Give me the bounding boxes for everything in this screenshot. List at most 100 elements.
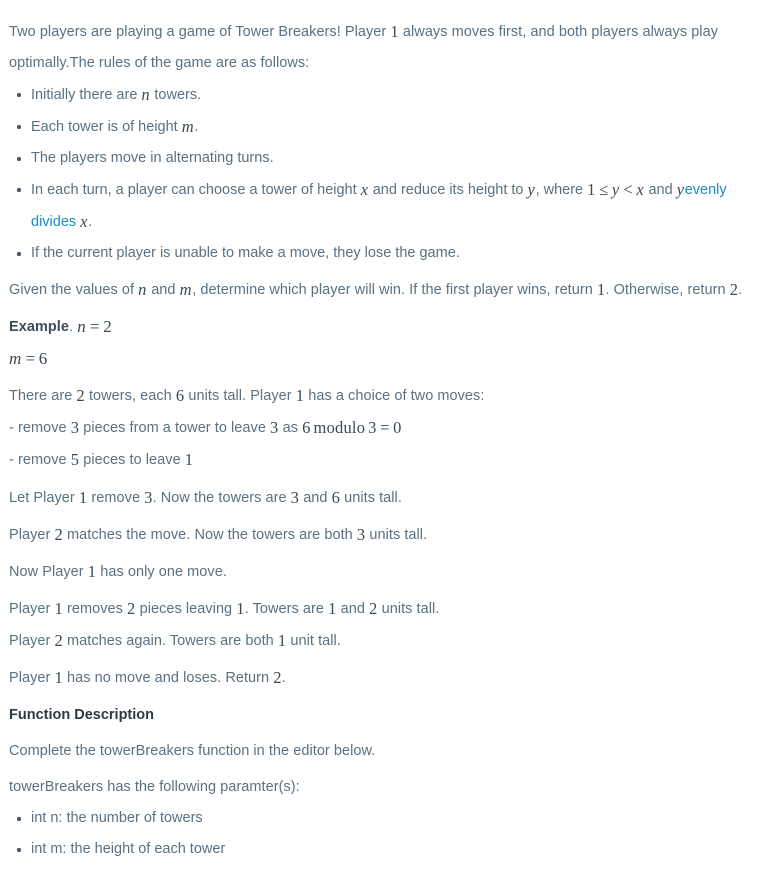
math-p2-b: 2 bbox=[54, 631, 63, 650]
math-modulo-expression: 6 modulo 3 = 0 bbox=[302, 418, 402, 437]
math-removes-2: 2 bbox=[127, 599, 136, 618]
math-var-y-2: y bbox=[676, 180, 685, 199]
ex3-s2: remove bbox=[87, 490, 145, 506]
ex7-s1: Player bbox=[9, 633, 55, 649]
math-remove-3: 3 bbox=[70, 418, 80, 437]
ex2-s2: pieces to leave bbox=[79, 452, 185, 468]
objective-text-c: , determine which player will win. If th… bbox=[192, 282, 597, 298]
math-six-units: 6 bbox=[175, 386, 185, 405]
math-var-y: y bbox=[527, 180, 536, 199]
ex8-s3: . bbox=[281, 670, 286, 686]
example-line-remove-5: - remove 5 pieces to leave 1 bbox=[0, 444, 770, 476]
rule-item-reduce-height: In each turn, a player can choose a towe… bbox=[0, 174, 770, 238]
rule-item-tower-height: Each tower is of height m. bbox=[0, 111, 770, 143]
objective-paragraph: Given the values of n and m, determine w… bbox=[0, 269, 770, 306]
math-return-two: 2 bbox=[729, 280, 739, 299]
ex1-s1: - remove bbox=[9, 420, 71, 436]
ex0-s3: units tall. Player bbox=[184, 388, 296, 404]
rule-text-1a: Initially there are bbox=[31, 87, 142, 103]
rule-item-alternating-turns: The players move in alternating turns. bbox=[0, 143, 770, 174]
example-heading-line: Example. n = 2 bbox=[0, 306, 770, 343]
rule-text-2a: Each tower is of height bbox=[31, 119, 182, 135]
rule-text-4b: and reduce its height to bbox=[368, 182, 528, 198]
example-line-let-player-1: Let Player 1 remove 3. Now the towers ar… bbox=[0, 476, 770, 514]
rules-list: Initially there are n towers. Each tower… bbox=[0, 79, 770, 269]
ex6-s2: removes bbox=[62, 601, 128, 617]
ex5-s2: has only one move. bbox=[96, 564, 227, 580]
objective-text-a: Given the values of bbox=[9, 282, 139, 298]
math-p1-c: 1 bbox=[54, 599, 63, 618]
math-p1-d: 1 bbox=[54, 668, 63, 687]
rule-text-2b: . bbox=[194, 119, 199, 135]
math-inequality: 1 ≤ y < x bbox=[587, 180, 644, 199]
ex4-s3: units tall. bbox=[365, 527, 428, 543]
math-var-x: x bbox=[360, 180, 369, 199]
example-label: Example bbox=[9, 319, 69, 335]
math-player-1-ex: 1 bbox=[295, 386, 305, 405]
math-leaving-1: 1 bbox=[236, 599, 245, 618]
rule-item-initial-towers: Initially there are n towers. bbox=[0, 79, 770, 111]
math-two-towers: 2 bbox=[76, 386, 85, 405]
ex6-s3: pieces leaving bbox=[135, 601, 237, 617]
rule-text-1b: towers. bbox=[150, 87, 202, 103]
ex5-s1: Now Player bbox=[9, 564, 88, 580]
rule-text-3: The players move in alternating turns. bbox=[31, 150, 274, 166]
ex3-s3: . Now the towers are bbox=[152, 490, 291, 506]
ex0-s1: There are bbox=[9, 388, 77, 404]
math-leave-1: 1 bbox=[184, 450, 194, 469]
ex7-s2: matches again. Towers are both bbox=[62, 633, 278, 649]
math-var-m: m bbox=[181, 117, 194, 136]
math-tower-6: 6 bbox=[331, 488, 341, 507]
rule-text-4c: , where bbox=[535, 182, 588, 198]
example-m-assignment-line: m = 6 bbox=[0, 343, 770, 375]
ex6-s4: . Towers are bbox=[244, 601, 329, 617]
math-var-x-2: x bbox=[80, 212, 88, 231]
parameters-list: int n: the number of towers int m: the h… bbox=[0, 803, 770, 865]
math-leave-3: 3 bbox=[270, 418, 279, 437]
intro-text-part-1: Two players are playing a game of Tower … bbox=[9, 24, 391, 40]
rule-text-4d: and bbox=[644, 182, 677, 198]
example-line-there-are: There are 2 towers, each 6 units tall. P… bbox=[0, 375, 770, 412]
math-towers-2: 2 bbox=[369, 599, 378, 618]
ex3-s1: Let Player bbox=[9, 490, 79, 506]
rule-item-lose-condition: If the current player is unable to make … bbox=[0, 238, 770, 269]
example-line-remove-3: - remove 3 pieces from a tower to leave … bbox=[0, 412, 770, 444]
math-tower-3: 3 bbox=[290, 488, 300, 507]
objective-text-e: . bbox=[738, 282, 743, 298]
intro-paragraph: Two players are playing a game of Tower … bbox=[0, 0, 770, 79]
parameter-item-n: int n: the number of towers bbox=[0, 803, 770, 834]
example-line-now-player-1: Now Player 1 has only one move. bbox=[0, 551, 770, 588]
ex6-s6: units tall. bbox=[377, 601, 440, 617]
ex2-s1: - remove bbox=[9, 452, 71, 468]
ex3-s4: and bbox=[299, 490, 332, 506]
math-p2-a: 2 bbox=[54, 525, 63, 544]
ex6-s5: and bbox=[336, 601, 370, 617]
math-return-2-final: 2 bbox=[273, 668, 282, 687]
ex0-s4: has a choice of two moves: bbox=[304, 388, 485, 404]
objective-text-b: and bbox=[147, 282, 180, 298]
parameter-item-m: int m: the height of each tower bbox=[0, 834, 770, 865]
objective-text-d: . Otherwise, return bbox=[605, 282, 730, 298]
math-towers-1: 1 bbox=[328, 599, 337, 618]
ex4-s2: matches the move. Now the towers are bot… bbox=[62, 527, 357, 543]
rule-text-4e: . bbox=[88, 214, 93, 230]
ex6-s1: Player bbox=[9, 601, 55, 617]
math-remove-3-b: 3 bbox=[144, 488, 153, 507]
math-remove-5: 5 bbox=[70, 450, 80, 469]
math-var-m-obj: m bbox=[179, 280, 192, 299]
math-var-n-obj: n bbox=[138, 280, 147, 299]
function-description-line-1: Complete the towerBreakers function in t… bbox=[9, 743, 376, 759]
ex8-s2: has no move and loses. Return bbox=[62, 670, 274, 686]
function-description-line-2: towerBreakers has the following paramter… bbox=[9, 779, 300, 795]
example-line-player-1-removes-2: Player 1 removes 2 pieces leaving 1. Tow… bbox=[0, 588, 770, 625]
math-player-one: 1 bbox=[390, 22, 399, 41]
math-p1-b: 1 bbox=[87, 562, 97, 581]
example-line-player-1-loses: Player 1 has no move and loses. Return 2… bbox=[0, 657, 770, 694]
ex0-s2: towers, each bbox=[84, 388, 176, 404]
rule-text-4a: In each turn, a player can choose a towe… bbox=[31, 182, 361, 198]
ex1-s2: pieces from a tower to leave bbox=[79, 420, 271, 436]
math-m-equals-6: m = 6 bbox=[9, 349, 48, 368]
math-n-equals-2: n = 2 bbox=[77, 317, 112, 336]
example-line-player-2-matches: Player 2 matches the move. Now the tower… bbox=[0, 514, 770, 551]
problem-statement: Two players are playing a game of Tower … bbox=[0, 0, 770, 865]
